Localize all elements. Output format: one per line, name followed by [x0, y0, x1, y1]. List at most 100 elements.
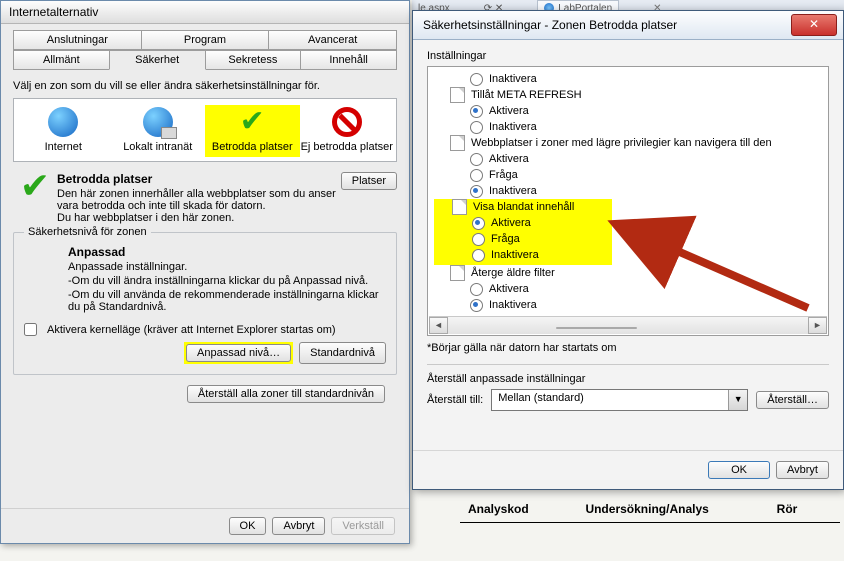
- reset-all-zones-button[interactable]: Återställ alla zoner till standardnivån: [187, 385, 385, 403]
- custom-level-text: Anpassad Anpassade inställningar. -Om du…: [68, 245, 386, 313]
- radio-icon[interactable]: [470, 169, 483, 182]
- tab-security[interactable]: Säkerhet: [109, 50, 206, 70]
- option-label: Aktivera: [489, 283, 529, 295]
- tab-general[interactable]: Allmänt: [13, 50, 110, 70]
- zone-trusted[interactable]: ✔ Betrodda platser: [205, 105, 300, 157]
- radio-icon[interactable]: [472, 217, 485, 230]
- apply-button: Verkställ: [331, 517, 395, 535]
- horizontal-scrollbar[interactable]: ◄ ►: [429, 316, 827, 334]
- radio-icon[interactable]: [470, 185, 483, 198]
- scroll-right-icon[interactable]: ►: [808, 317, 827, 334]
- kernel-mode-checkbox[interactable]: Aktivera kernelläge (kräver att Internet…: [24, 323, 386, 336]
- option-label: Aktivera: [489, 105, 529, 117]
- option-row[interactable]: Aktivera: [470, 151, 826, 167]
- settings-tree[interactable]: Inaktivera Tillåt META REFRESH Aktivera …: [427, 66, 829, 336]
- zone-internet[interactable]: Internet: [16, 105, 111, 157]
- option-row[interactable]: Aktivera: [470, 103, 826, 119]
- radio-icon[interactable]: [470, 299, 483, 312]
- group-label: Webbplatser i zoner med lägre privilegie…: [471, 137, 772, 149]
- zone-restricted[interactable]: Ej betrodda platser: [300, 105, 395, 157]
- scroll-thumb[interactable]: [556, 327, 637, 329]
- ok-button[interactable]: OK: [708, 461, 770, 479]
- option-label: Aktivera: [491, 217, 531, 229]
- chevron-down-icon[interactable]: ▼: [728, 390, 747, 410]
- zone-picker: Internet Lokalt intranät ✔ Betrodda plat…: [13, 98, 397, 162]
- checkmark-icon: ✔: [237, 107, 267, 137]
- default-level-button[interactable]: Standardnivå: [299, 342, 386, 364]
- group-label: Tillåt META REFRESH: [471, 89, 582, 101]
- zone-description: Betrodda platser Den här zonen innerhåll…: [57, 172, 341, 224]
- option-label: Fråga: [489, 169, 518, 181]
- kernel-label: Aktivera kernelläge (kräver att Internet…: [47, 324, 336, 336]
- option-label: Inaktivera: [489, 299, 537, 311]
- tab-advanced[interactable]: Avancerat: [268, 30, 397, 50]
- page-icon: [450, 135, 465, 151]
- radio-icon[interactable]: [470, 73, 483, 86]
- dialog-footer: OK Avbryt: [413, 450, 843, 489]
- stage: le.aspx ⟳ ✕ LabPortalen ✕ Internetaltern…: [0, 0, 844, 561]
- option-row[interactable]: Fråga: [472, 231, 574, 247]
- sites-button[interactable]: Platser: [341, 172, 397, 190]
- option-row[interactable]: Fråga: [470, 167, 826, 183]
- close-button[interactable]: ✕: [791, 14, 837, 36]
- ok-button[interactable]: OK: [229, 517, 267, 535]
- custom-level-button[interactable]: Anpassad nivå…: [186, 344, 291, 362]
- group-label: Återge äldre filter: [471, 267, 555, 279]
- page-icon: [450, 265, 465, 281]
- group-label: Visa blandat innehåll: [473, 201, 574, 213]
- security-level-group: Säkerhetsnivå för zonen Anpassad Anpassa…: [13, 232, 397, 375]
- option-row[interactable]: Aktivera: [470, 281, 826, 297]
- zone-label: Ej betrodda platser: [300, 141, 395, 153]
- internet-options-dialog: Internetalternativ Anslutningar Program …: [0, 0, 410, 544]
- anpassad-l1: Anpassade inställningar.: [68, 261, 386, 273]
- radio-icon[interactable]: [472, 249, 485, 262]
- combo-value: Mellan (standard): [492, 390, 728, 410]
- zone-label: Internet: [16, 141, 111, 153]
- reset-label: Återställ till:: [427, 394, 483, 406]
- scroll-left-icon[interactable]: ◄: [429, 317, 448, 334]
- dialog-title: Säkerhetsinställningar - Zonen Betrodda …: [423, 18, 791, 32]
- option-row[interactable]: Aktivera: [472, 215, 574, 231]
- kernel-checkbox-input[interactable]: [24, 323, 37, 336]
- radio-icon[interactable]: [470, 283, 483, 296]
- anpassad-title: Anpassad: [68, 245, 125, 259]
- radio-icon[interactable]: [470, 105, 483, 118]
- radio-icon[interactable]: [472, 233, 485, 246]
- radio-icon[interactable]: [470, 153, 483, 166]
- option-label: Inaktivera: [491, 249, 539, 261]
- option-row[interactable]: Inaktivera: [470, 119, 826, 135]
- option-row[interactable]: Inaktivera: [470, 297, 826, 313]
- level-legend: Säkerhetsnivå för zonen: [24, 226, 151, 238]
- restart-note: *Börjar gälla när datorn har startats om: [427, 342, 829, 354]
- page-icon: [450, 87, 465, 103]
- tab-programs[interactable]: Program: [141, 30, 270, 50]
- zone-label: Betrodda platser: [205, 141, 300, 153]
- option-row[interactable]: Inaktivera: [470, 71, 826, 87]
- dialog-title: Internetalternativ: [1, 1, 409, 24]
- tab-content[interactable]: Innehåll: [300, 50, 397, 70]
- intranet-icon: [143, 107, 173, 137]
- noentry-icon: [332, 107, 362, 137]
- reset-button[interactable]: Återställ…: [756, 391, 829, 409]
- option-label: Aktivera: [489, 153, 529, 165]
- cancel-button[interactable]: Avbryt: [776, 461, 829, 479]
- globe-icon: [48, 107, 78, 137]
- option-row[interactable]: Inaktivera: [470, 183, 826, 199]
- option-row[interactable]: Inaktivera: [472, 247, 574, 263]
- zone-label: Lokalt intranät: [111, 141, 206, 153]
- radio-icon[interactable]: [470, 121, 483, 134]
- security-settings-dialog: Säkerhetsinställningar - Zonen Betrodda …: [412, 10, 844, 490]
- cancel-button[interactable]: Avbryt: [272, 517, 325, 535]
- settings-legend: Inställningar: [427, 50, 829, 62]
- desc-body1: Den här zonen innerhåller alla webbplats…: [57, 188, 336, 212]
- col-ror: Rör: [769, 496, 840, 522]
- group-row: Webbplatser i zoner med lägre privilegie…: [450, 135, 826, 151]
- tab-privacy[interactable]: Sekretess: [205, 50, 302, 70]
- group-row: Visa blandat innehåll: [452, 199, 574, 215]
- tab-connections[interactable]: Anslutningar: [13, 30, 142, 50]
- option-label: Inaktivera: [489, 185, 537, 197]
- option-label: Inaktivera: [489, 73, 537, 85]
- zone-intranet[interactable]: Lokalt intranät: [111, 105, 206, 157]
- reset-level-combo[interactable]: Mellan (standard) ▼: [491, 389, 748, 411]
- background-table-header: Analyskod Undersökning/Analys Rör: [460, 496, 840, 523]
